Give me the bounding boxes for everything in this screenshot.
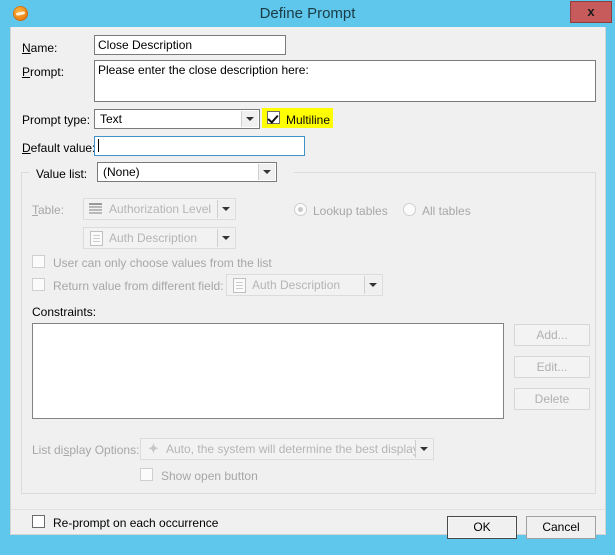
table-select: Authorization Level bbox=[83, 198, 236, 220]
document-icon bbox=[90, 231, 103, 246]
table-label: Table: bbox=[32, 203, 65, 217]
footer-divider bbox=[11, 509, 605, 510]
prompt-type-select[interactable]: Text bbox=[94, 109, 260, 129]
dialog-client-area: Name: Close Description Prompt: Please e… bbox=[10, 27, 606, 535]
constraints-listbox[interactable] bbox=[32, 323, 504, 419]
value-list-value: (None) bbox=[103, 165, 140, 179]
list-display-label: List display Options: bbox=[32, 443, 140, 457]
table-value: Authorization Level bbox=[109, 202, 212, 216]
show-open-button-checkbox bbox=[140, 468, 153, 481]
prompt-textarea[interactable]: Please enter the close description here: bbox=[94, 60, 596, 102]
field-select: Auth Description bbox=[83, 227, 236, 249]
show-open-button-label: Show open button bbox=[161, 469, 258, 483]
table-icon bbox=[89, 202, 103, 216]
chevron-down-icon bbox=[415, 440, 432, 458]
lookup-tables-label: Lookup tables bbox=[313, 204, 388, 218]
cancel-button[interactable]: Cancel bbox=[526, 516, 596, 539]
constraints-label: Constraints: bbox=[32, 305, 97, 319]
chevron-down-icon bbox=[364, 276, 381, 294]
chevron-down-icon[interactable] bbox=[241, 111, 258, 127]
window-title: Define Prompt bbox=[259, 5, 356, 22]
multiline-checkbox[interactable] bbox=[267, 111, 280, 124]
list-display-select: ✦ Auto, the system will determine the be… bbox=[140, 438, 434, 460]
default-value-input[interactable] bbox=[94, 136, 305, 156]
default-value-label: Default value: bbox=[22, 141, 96, 155]
return-different-field-checkbox bbox=[32, 278, 45, 291]
document-icon bbox=[233, 278, 246, 293]
chevron-down-icon bbox=[217, 229, 234, 247]
prompt-label: Prompt: bbox=[22, 65, 65, 79]
delete-constraint-button: Delete bbox=[514, 388, 590, 410]
reprompt-checkbox[interactable] bbox=[32, 515, 45, 528]
edit-constraint-button: Edit... bbox=[514, 356, 590, 378]
return-different-field-label: Return value from different field: bbox=[53, 279, 224, 293]
name-label: Name: bbox=[22, 41, 58, 55]
only-from-list-label: User can only choose values from the lis… bbox=[53, 256, 272, 270]
chevron-down-icon bbox=[217, 200, 234, 218]
chevron-down-icon[interactable] bbox=[258, 164, 275, 180]
only-from-list-checkbox bbox=[32, 255, 45, 268]
value-list-select[interactable]: (None) bbox=[97, 162, 277, 182]
dialog-window: Define Prompt x Name: Close Description … bbox=[0, 0, 615, 555]
reprompt-label: Re-prompt on each occurrence bbox=[53, 516, 219, 530]
wand-icon: ✦ bbox=[148, 441, 159, 456]
return-field-select: Auth Description bbox=[226, 274, 383, 296]
prompt-type-value: Text bbox=[100, 112, 123, 126]
text-caret bbox=[98, 139, 99, 152]
name-input[interactable]: Close Description bbox=[94, 35, 286, 55]
add-constraint-button: Add... bbox=[514, 324, 590, 346]
lookup-tables-radio bbox=[294, 203, 307, 216]
close-icon[interactable]: x bbox=[570, 1, 612, 23]
prompt-type-label: Prompt type: bbox=[22, 113, 91, 127]
value-list-legend: Value list: bbox=[33, 167, 91, 181]
return-field-value: Auth Description bbox=[252, 278, 341, 292]
all-tables-radio bbox=[403, 203, 416, 216]
titlebar: Define Prompt x bbox=[0, 0, 615, 27]
field-value: Auth Description bbox=[109, 231, 198, 245]
list-display-value: Auto, the system will determine the best… bbox=[166, 442, 419, 456]
all-tables-label: All tables bbox=[422, 204, 471, 218]
ok-button[interactable]: OK bbox=[447, 516, 517, 539]
multiline-label: Multiline bbox=[286, 113, 331, 127]
